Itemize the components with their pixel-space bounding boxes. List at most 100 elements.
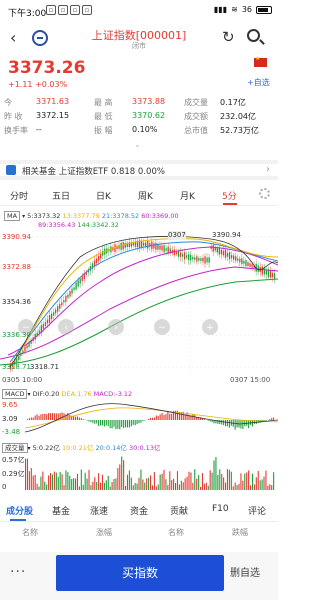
macd-bar <box>113 420 115 427</box>
back-icon[interactable]: ‹ <box>10 28 16 47</box>
volume-bar <box>169 471 171 490</box>
buy-index-button[interactable]: 买指数 <box>56 555 224 591</box>
macd-bar <box>109 420 111 429</box>
macd-bar <box>38 415 40 420</box>
volume-bar <box>40 476 42 490</box>
fund-label: 相关基金 <box>22 167 57 177</box>
macd-bar <box>51 413 54 420</box>
macd-bar <box>107 420 109 426</box>
date-marker: 0307 <box>168 231 186 239</box>
stat-label: 振 幅 <box>94 126 113 135</box>
chevron-right-icon: › <box>266 164 270 175</box>
volume-bar <box>119 464 121 490</box>
candle-body <box>269 270 272 278</box>
ma-legend-item-3: 60:3369.00 <box>141 212 179 220</box>
refresh-icon[interactable]: ↻ <box>222 28 235 46</box>
volume-bar <box>186 476 188 490</box>
macd-bar <box>100 420 102 426</box>
stat-value: 3371.63 <box>36 97 70 106</box>
macd-bar <box>80 418 82 420</box>
tab-contribution[interactable]: 贡献 <box>170 504 188 517</box>
macd-bar <box>73 416 75 420</box>
macd-bar <box>32 417 34 420</box>
candle-body <box>59 303 61 309</box>
col-loss[interactable]: 跌幅 <box>232 527 248 538</box>
volume-bar <box>53 471 55 490</box>
volume-bar <box>90 485 92 490</box>
volume-bar <box>238 483 240 490</box>
stat-label: 成交额 <box>184 112 208 121</box>
macd-bars <box>26 410 275 430</box>
macd-bar <box>121 420 123 428</box>
app-icon: ▫ <box>46 5 56 15</box>
tab-intraday[interactable]: 分时 <box>10 189 28 202</box>
tab-five-day[interactable]: 五日 <box>52 189 70 202</box>
remove-favorite-button[interactable]: 删自选 <box>230 564 260 579</box>
x-label-start: 0305 10:00 <box>2 376 43 384</box>
tab-daily-k[interactable]: 日K <box>96 189 111 202</box>
candle-body <box>177 250 180 257</box>
candle-body <box>183 252 186 260</box>
macd-bar <box>40 414 42 420</box>
ma-selector[interactable]: MA <box>4 211 21 221</box>
bottom-tabs: 成分股 基金 涨速 资金 贡献 F10 评论 <box>0 500 278 522</box>
volume-bar <box>198 475 200 490</box>
tab-monthly-k[interactable]: 月K <box>180 189 195 202</box>
macd-bar <box>155 415 157 420</box>
tab-constituents[interactable]: 成分股 <box>6 504 33 517</box>
related-fund-bar[interactable]: 相关基金 上证指数ETF 0.818 0.00% › <box>0 160 278 180</box>
ma-legend-item-1: 13:3377.79 <box>62 212 102 220</box>
volume-bar <box>226 469 229 490</box>
candle-body <box>69 291 71 297</box>
volume-bar <box>61 474 63 490</box>
vol-ma30: 30:0.13亿 <box>129 444 161 452</box>
candle-body <box>73 287 75 290</box>
search-icon[interactable] <box>247 29 260 42</box>
volume-bar <box>115 478 117 490</box>
settings-icon[interactable] <box>259 188 270 199</box>
volume-bar <box>36 483 38 490</box>
volume-bar <box>225 482 227 490</box>
volume-bar <box>228 469 230 490</box>
tab-funds[interactable]: 基金 <box>52 504 70 517</box>
volume-bar <box>38 486 40 490</box>
change-percent: +0.03% <box>35 80 68 89</box>
volume-bar <box>155 486 157 490</box>
candle-body <box>190 254 192 261</box>
expand-chevron-icon[interactable]: ⌄ <box>134 140 141 149</box>
candle-body <box>218 247 221 255</box>
macd-bar <box>28 418 30 420</box>
kline-chart[interactable]: − ‹ › − + <box>0 227 278 375</box>
tab-f10[interactable]: F10 <box>212 504 229 514</box>
add-favorite-button[interactable]: +自选 <box>247 77 270 88</box>
volume-bar <box>65 470 67 490</box>
volume-bar <box>253 484 255 490</box>
col-gain[interactable]: 涨幅 <box>96 527 112 538</box>
macd-bar <box>86 420 88 421</box>
more-button[interactable]: ··· <box>10 564 26 580</box>
macd-dif: DIF:0.20 <box>32 390 60 398</box>
candle-body <box>212 245 214 252</box>
candle-body <box>147 240 149 249</box>
tab-capital[interactable]: 资金 <box>130 504 148 517</box>
volume-bar <box>259 480 261 490</box>
volume-bar <box>25 458 27 490</box>
candle-body <box>95 258 98 264</box>
battery-icon <box>256 5 272 14</box>
volume-bar <box>86 478 88 490</box>
volume-bar <box>196 478 198 490</box>
active-tab-underline <box>10 519 26 521</box>
tab-weekly-k[interactable]: 周K <box>138 189 153 202</box>
volume-bar <box>159 474 161 490</box>
volume-bar <box>217 474 219 490</box>
macd-bar <box>125 420 127 428</box>
battery-level: 36 <box>241 5 252 14</box>
tab-speed[interactable]: 涨速 <box>90 504 108 517</box>
tab-comments[interactable]: 评论 <box>248 504 266 517</box>
macd-bar <box>142 420 144 422</box>
dropdown-icon: ▾ <box>27 391 31 398</box>
candle-body <box>38 330 40 333</box>
tab-5min[interactable]: 5分 <box>222 189 237 202</box>
stat-value: 0.10% <box>132 125 158 134</box>
stat-label: 今 <box>4 98 12 107</box>
